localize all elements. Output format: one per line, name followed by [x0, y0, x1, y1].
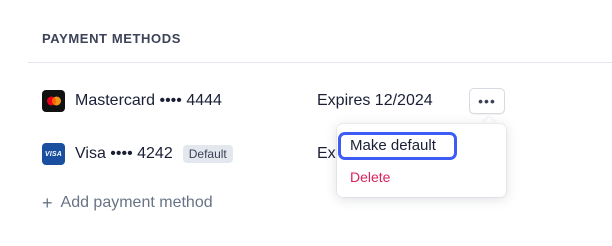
card-label: Mastercard •••• 4444	[75, 92, 222, 109]
card-expiry: Ex	[317, 145, 336, 162]
section-title: PAYMENT METHODS	[42, 31, 182, 46]
mastercard-icon	[42, 90, 65, 112]
card-expiry: Expires 12/2024	[317, 92, 433, 109]
add-payment-method-link[interactable]: + Add payment method	[42, 194, 213, 212]
divider	[28, 62, 612, 63]
add-payment-method-label: Add payment method	[60, 194, 213, 211]
options-menu: Make default Delete	[337, 124, 506, 197]
delete-menu-item[interactable]: Delete	[350, 169, 390, 185]
more-options-button[interactable]: •••	[469, 88, 505, 114]
card-label: Visa •••• 4242	[75, 145, 173, 162]
payment-method-row: VISA Visa •••• 4242 Default	[42, 143, 233, 165]
plus-icon: +	[42, 193, 53, 213]
visa-icon: VISA	[42, 143, 65, 165]
payment-method-row: Mastercard •••• 4444	[42, 90, 222, 112]
make-default-menu-item[interactable]: Make default	[338, 132, 457, 160]
default-badge: Default	[182, 145, 233, 163]
